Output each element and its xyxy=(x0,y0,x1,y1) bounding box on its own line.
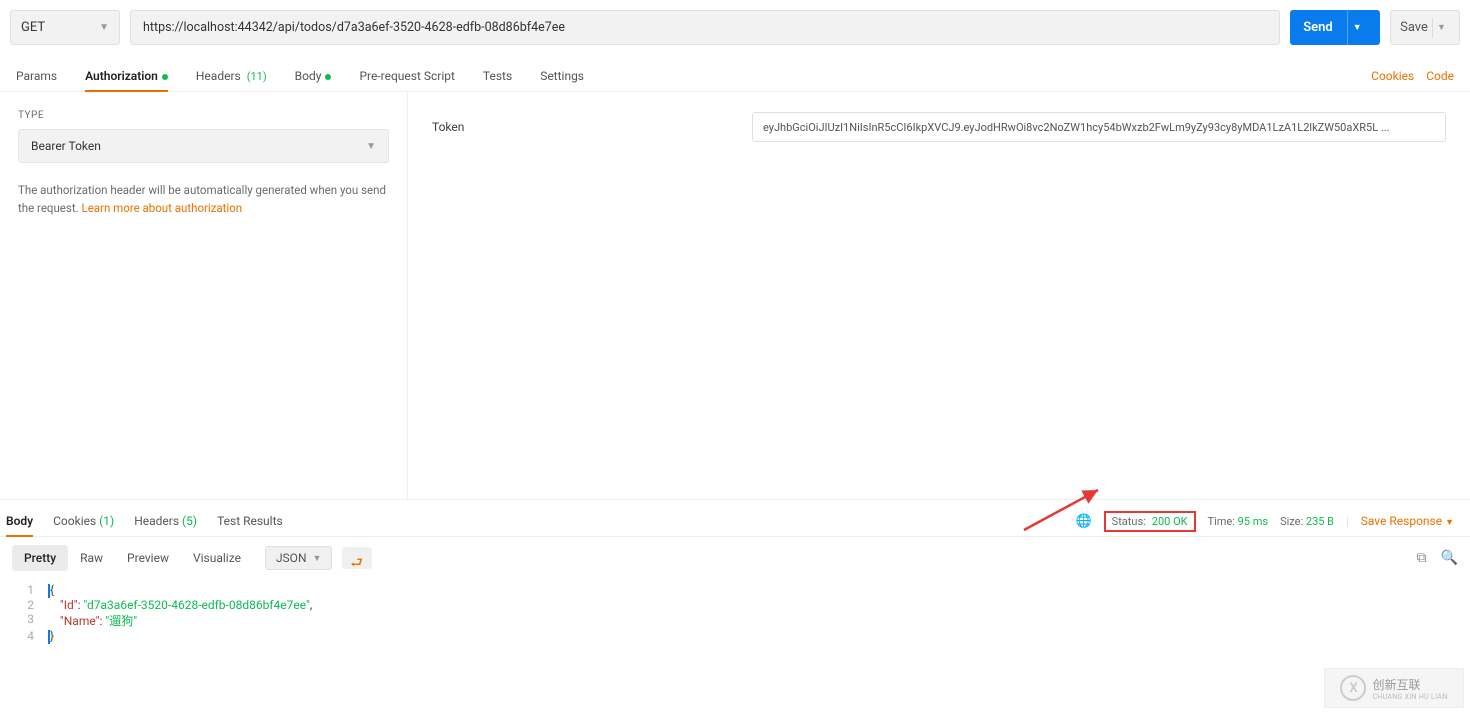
watermark: X 创新互联 CHUANG XIN HU LIAN xyxy=(1324,668,1464,708)
status-badge: Status: 200 OK xyxy=(1104,511,1196,532)
preview-button[interactable]: Preview xyxy=(115,545,181,571)
response-editor[interactable]: 1 { 2 "Id": "d7a3a6ef-3520-4628-edfb-08d… xyxy=(0,579,1470,648)
code-link[interactable]: Code xyxy=(1426,69,1454,83)
wrap-line-button[interactable] xyxy=(342,547,372,569)
response-tabs: Body Cookies (1) Headers (5) Test Result… xyxy=(6,506,283,536)
response-meta: 🌐 Status: 200 OK Time: 95 ms Size: 235 B… xyxy=(1075,511,1454,532)
globe-icon[interactable]: 🌐 xyxy=(1075,514,1091,529)
tab-prerequest[interactable]: Pre-request Script xyxy=(359,61,454,91)
visualize-button[interactable]: Visualize xyxy=(181,545,253,571)
tab-body[interactable]: Body xyxy=(295,61,332,91)
url-input[interactable] xyxy=(130,10,1280,45)
tab-test-results[interactable]: Test Results xyxy=(217,506,283,536)
auth-help-text: The authorization header will be automat… xyxy=(18,181,389,218)
save-response-link[interactable]: Save Response ▼ xyxy=(1361,514,1454,528)
token-row: Token xyxy=(432,112,1446,142)
chevron-down-icon[interactable]: ▼ xyxy=(1432,18,1450,38)
format-select[interactable]: JSON ▼ xyxy=(265,546,332,570)
editor-line: 1 { xyxy=(0,583,1470,598)
chevron-down-icon: ▼ xyxy=(313,553,322,564)
tab-params[interactable]: Params xyxy=(16,61,57,91)
request-tabs: Params Authorization Headers (11) Body P… xyxy=(0,55,1470,92)
response-tabs-row: Body Cookies (1) Headers (5) Test Result… xyxy=(0,500,1470,537)
auth-type-value: Bearer Token xyxy=(31,139,101,153)
authorization-panel: TYPE Bearer Token ▼ The authorization he… xyxy=(0,92,1470,500)
token-label: Token xyxy=(432,120,732,134)
request-right-links: Cookies Code xyxy=(1371,69,1454,83)
method-select[interactable]: GET ▼ xyxy=(10,10,120,45)
send-label: Send xyxy=(1303,20,1333,35)
tab-response-headers[interactable]: Headers (5) xyxy=(134,506,197,536)
chevron-down-icon: ▼ xyxy=(99,22,109,33)
token-input[interactable] xyxy=(752,112,1446,142)
save-label: Save xyxy=(1400,20,1428,35)
auth-type-panel: TYPE Bearer Token ▼ The authorization he… xyxy=(0,92,408,499)
watermark-logo-icon: X xyxy=(1340,675,1366,701)
learn-more-link[interactable]: Learn more about authorization xyxy=(82,201,243,215)
editor-line: 4 } xyxy=(0,629,1470,644)
request-bar: GET ▼ Send ▼ Save ▼ xyxy=(0,0,1470,55)
method-value: GET xyxy=(21,20,45,35)
time-meta: Time: 95 ms xyxy=(1208,515,1269,528)
size-meta: Size: 235 B xyxy=(1280,515,1334,528)
raw-button[interactable]: Raw xyxy=(68,545,115,571)
tab-response-cookies[interactable]: Cookies (1) xyxy=(53,506,114,536)
status-dot-icon xyxy=(162,74,168,80)
editor-line: 3 "Name": "遛狗" xyxy=(0,612,1470,629)
response-toolbar-right: ⧉ 🔍 xyxy=(1417,550,1458,566)
tab-headers[interactable]: Headers (11) xyxy=(196,61,267,91)
pretty-button[interactable]: Pretty xyxy=(12,545,68,571)
auth-fields-panel: Token xyxy=(408,92,1470,499)
tab-authorization[interactable]: Authorization xyxy=(85,61,168,91)
cookies-link[interactable]: Cookies xyxy=(1371,69,1414,83)
tab-settings[interactable]: Settings xyxy=(540,61,584,91)
response-toolbar: Pretty Raw Preview Visualize JSON ▼ ⧉ 🔍 xyxy=(0,537,1470,579)
type-label: TYPE xyxy=(18,110,389,121)
chevron-down-icon[interactable]: ▼ xyxy=(1347,10,1367,45)
send-button[interactable]: Send ▼ xyxy=(1290,10,1380,45)
tab-response-body[interactable]: Body xyxy=(6,506,33,536)
copy-icon[interactable]: ⧉ xyxy=(1417,550,1427,566)
auth-type-select[interactable]: Bearer Token ▼ xyxy=(18,129,389,163)
save-button[interactable]: Save ▼ xyxy=(1390,10,1460,45)
editor-line: 2 "Id": "d7a3a6ef-3520-4628-edfb-08d86bf… xyxy=(0,598,1470,612)
wrap-icon xyxy=(350,552,364,564)
search-icon[interactable]: 🔍 xyxy=(1441,550,1458,566)
chevron-down-icon: ▼ xyxy=(366,141,376,152)
tab-tests[interactable]: Tests xyxy=(483,61,512,91)
status-dot-icon xyxy=(325,74,331,80)
